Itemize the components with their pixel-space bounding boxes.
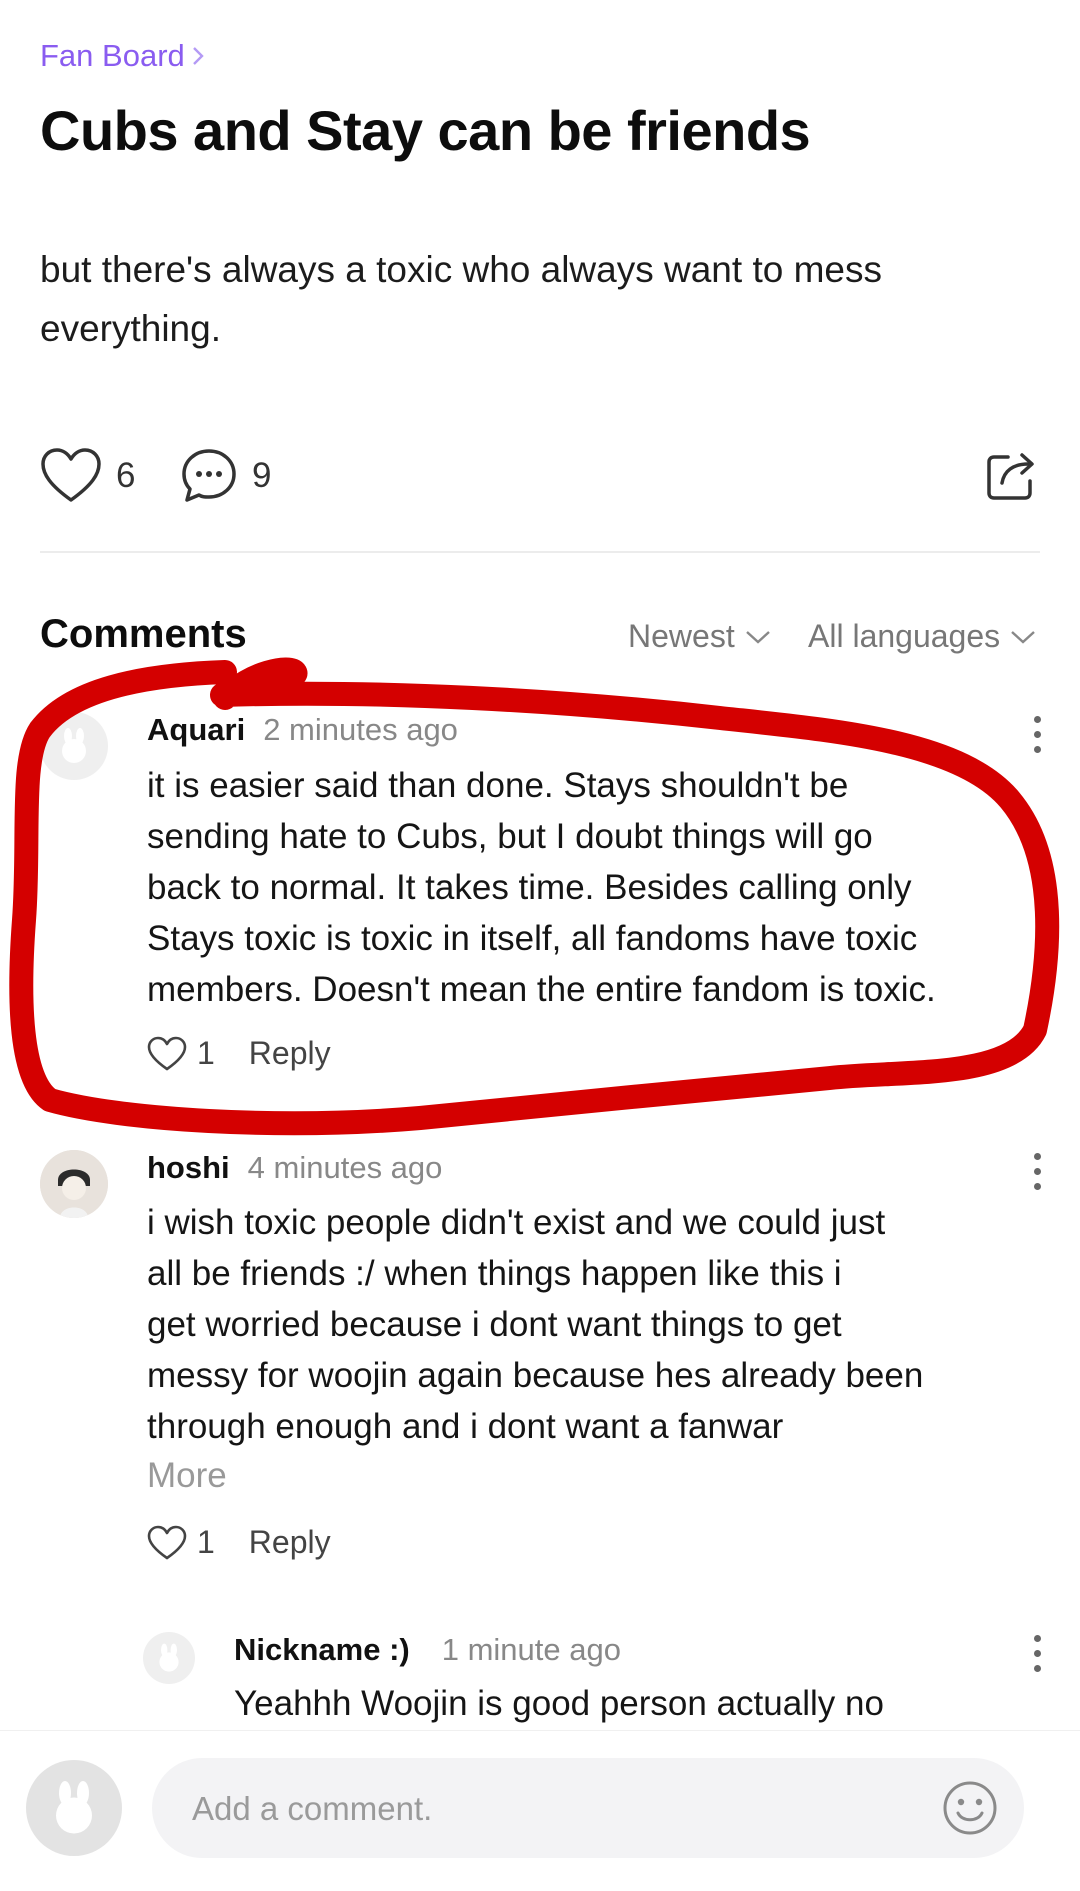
avatar <box>26 1760 122 1856</box>
comment-input-wrapper <box>152 1758 1024 1858</box>
comment-line: i wish toxic people didn't exist and we … <box>147 1203 886 1242</box>
comment-line: Yeahhh Woojin is good person actually no <box>234 1684 884 1723</box>
comment-time: 4 minutes ago <box>247 1150 443 1185</box>
comment-time: 1 minute ago <box>441 1632 621 1667</box>
breadcrumb[interactable]: Fan Board <box>40 38 205 74</box>
heart-icon <box>147 1525 187 1559</box>
comment-header: Nickname :) 1 minute ago <box>234 1632 621 1668</box>
bunny-avatar-icon <box>159 1643 179 1672</box>
comment-line: all be friends :/ when things happen lik… <box>147 1254 842 1293</box>
bunny-avatar-icon <box>56 1781 92 1834</box>
comment-actions: 1 Reply <box>147 1524 331 1561</box>
avatar[interactable] <box>40 1150 108 1218</box>
reply-button[interactable]: Reply <box>249 1524 331 1561</box>
post-like-count: 6 <box>116 456 136 495</box>
comment-like-button[interactable]: 1 <box>147 1524 215 1561</box>
more-options-icon[interactable] <box>1032 1153 1042 1190</box>
annotation-circle <box>9 657 1060 1136</box>
comment-author[interactable]: hoshi <box>147 1150 230 1186</box>
emoji-icon[interactable] <box>942 1780 998 1836</box>
comment-author[interactable]: Nickname :) <box>234 1632 410 1668</box>
share-button[interactable] <box>984 447 1040 503</box>
post-actions: 6 9 <box>40 447 1040 511</box>
comment-bubble-icon <box>182 449 236 502</box>
share-icon <box>987 453 1034 500</box>
post-title: Cubs and Stay can be friends <box>40 99 811 162</box>
chevron-right-icon <box>192 47 204 65</box>
more-options-icon[interactable] <box>1032 1635 1042 1672</box>
character-avatar-icon <box>40 1150 108 1218</box>
comment-button[interactable]: 9 <box>180 447 271 505</box>
post-comment-count: 9 <box>252 456 272 495</box>
heart-icon <box>41 448 101 502</box>
chevron-down-icon <box>1011 630 1035 644</box>
divider <box>40 551 1040 553</box>
post-body: but there's always a toxic who always wa… <box>40 249 882 349</box>
like-button[interactable]: 6 <box>40 447 135 505</box>
comment-line: messy for woojin again because hes alrea… <box>147 1356 924 1395</box>
more-link[interactable]: More <box>147 1456 227 1496</box>
comment-like-count: 1 <box>197 1524 215 1560</box>
comment-line: get worried because i dont want things t… <box>147 1305 842 1344</box>
comment-header: hoshi 4 minutes ago <box>147 1150 442 1186</box>
avatar[interactable] <box>143 1632 195 1684</box>
breadcrumb-label: Fan Board <box>40 38 185 73</box>
chevron-down-icon <box>745 630 770 644</box>
comment-body: Yeahhh Woojin is good person actually no <box>234 1678 1034 1729</box>
comment-line: through enough and i dont want a fanwar <box>147 1407 784 1446</box>
comment-body: i wish toxic people didn't exist and we … <box>147 1197 1027 1452</box>
comment-input[interactable] <box>190 1778 894 1840</box>
